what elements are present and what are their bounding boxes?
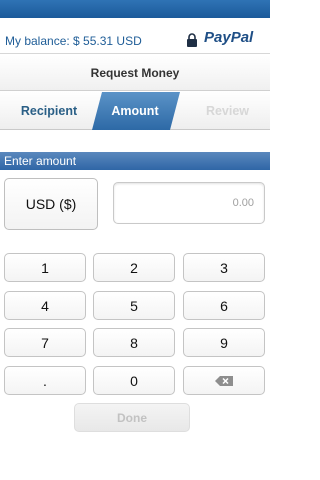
step-review: Review [205,104,250,118]
account-bar: My balance: $ 55.31 USD PayPal [0,18,270,54]
key-7[interactable]: 7 [4,328,86,357]
page-title: Request Money [90,65,180,80]
status-bar [0,0,270,18]
key-decimal[interactable]: . [4,366,86,395]
key-0[interactable]: 0 [93,366,175,395]
key-2[interactable]: 2 [93,253,175,282]
paypal-logo: PayPal [204,29,254,46]
backspace-button[interactable] [183,366,265,395]
key-6[interactable]: 6 [183,291,265,320]
done-button[interactable]: Done [74,403,190,432]
section-label: Enter amount [4,154,77,168]
key-1[interactable]: 1 [4,253,86,282]
section-header: Enter amount [0,152,270,170]
key-5[interactable]: 5 [93,291,175,320]
key-4[interactable]: 4 [4,291,86,320]
step-tabs: Recipient Amount Review [0,92,270,130]
step-recipient[interactable]: Recipient [0,92,98,130]
lock-icon [187,33,197,47]
key-8[interactable]: 8 [93,328,175,357]
balance-text: My balance: $ 55.31 USD [5,34,142,48]
step-amount[interactable]: Amount [95,92,175,130]
currency-button[interactable]: USD ($) [4,178,98,230]
amount-input[interactable] [113,182,265,224]
key-9[interactable]: 9 [183,328,265,357]
title-bar: Request Money [0,55,270,91]
backspace-icon [215,375,233,386]
key-3[interactable]: 3 [183,253,265,282]
